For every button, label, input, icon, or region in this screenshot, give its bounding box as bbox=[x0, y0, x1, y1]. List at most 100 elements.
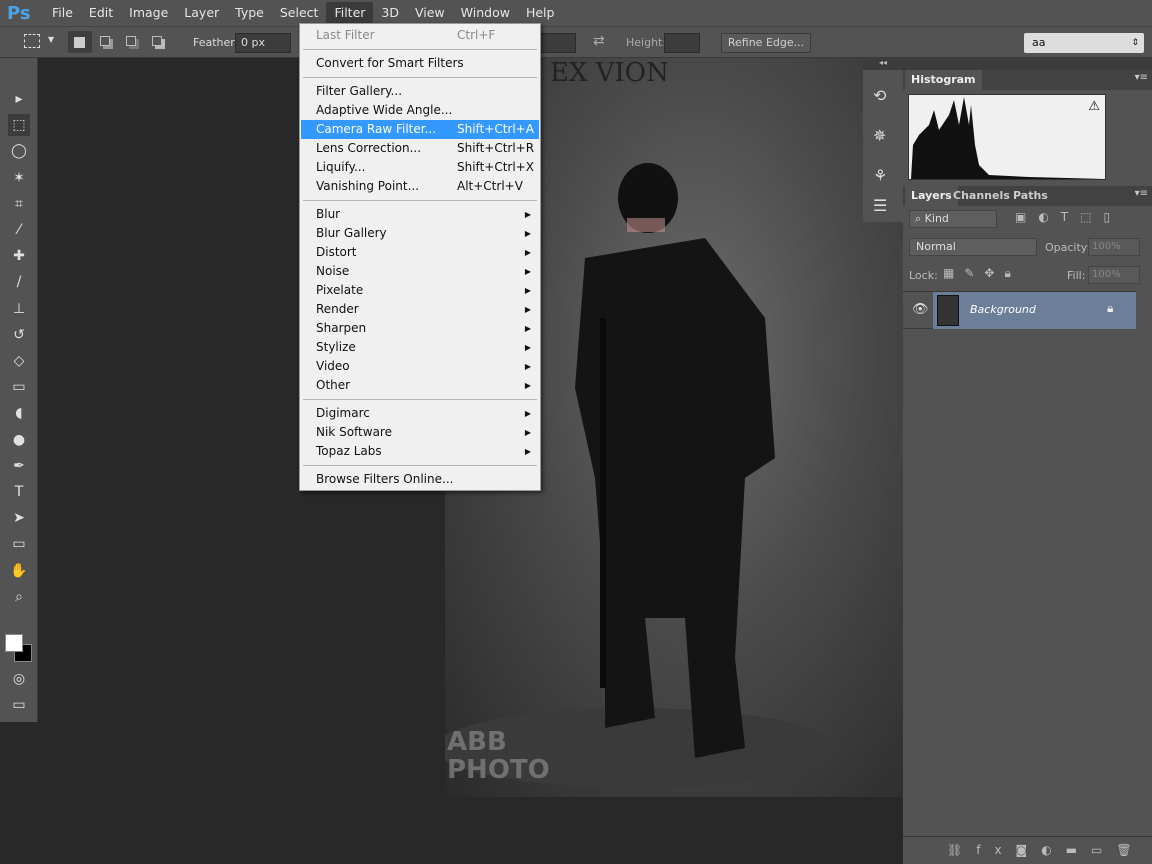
menu-image[interactable]: Image bbox=[121, 2, 176, 24]
brush-presets-icon[interactable]: ⚘ bbox=[873, 166, 887, 185]
filter-menu-item-vanishing-point[interactable]: Vanishing Point... Alt+Ctrl+V bbox=[301, 177, 539, 196]
filter-menu-item-render[interactable]: Render ▶ bbox=[301, 300, 539, 319]
zoom-tool-icon[interactable]: ⌕ bbox=[8, 586, 30, 608]
type-tool-icon[interactable]: T bbox=[8, 481, 30, 503]
workspace-select[interactable]: aa ⇕ bbox=[1024, 33, 1144, 53]
menu-separator bbox=[303, 399, 537, 400]
history-brush-tool-icon[interactable]: ↺ bbox=[8, 324, 30, 346]
add-selection-button[interactable] bbox=[100, 36, 110, 46]
menu-separator bbox=[303, 77, 537, 78]
filter-menu-item-liquify[interactable]: Liquify... Shift+Ctrl+X bbox=[301, 158, 539, 177]
filter-menu-item-filter-gallery[interactable]: Filter Gallery... bbox=[301, 82, 539, 101]
filter-menu-item-pixelate[interactable]: Pixelate ▶ bbox=[301, 281, 539, 300]
tab-channels[interactable]: Channels bbox=[947, 186, 1016, 206]
filter-menu-item-nik-software[interactable]: Nik Software ▶ bbox=[301, 423, 539, 442]
menu-filter[interactable]: Filter bbox=[326, 2, 374, 24]
visibility-eye-icon[interactable]: 👁︎ bbox=[912, 302, 929, 317]
eraser-tool-icon[interactable]: ◇ bbox=[8, 350, 30, 372]
foreground-color-swatch[interactable] bbox=[5, 634, 23, 652]
feather-input[interactable]: 0 px bbox=[235, 33, 291, 53]
new-selection-button[interactable] bbox=[68, 31, 92, 53]
rect-marquee-icon[interactable] bbox=[24, 34, 40, 48]
tools-panel: ▸ ⬚ ◯ ✶ ⌗ ⁄ ✚ / ⊥ ↺ ◇ ▭ ◖ ● ✒ T ➤ ▭ ✋ ⌕ ◎ ▭ bbox=[0, 58, 38, 722]
kind-filter-select[interactable]: ⌕ Kind bbox=[909, 210, 997, 228]
chevron-down-icon[interactable]: ▼ bbox=[48, 35, 54, 44]
shape-tool-icon[interactable]: ▭ bbox=[8, 533, 30, 555]
layers-menu-icon[interactable]: ▾≡ bbox=[1135, 188, 1148, 199]
filter-menu-item-adaptive-wide-angle[interactable]: Adaptive Wide Angle... bbox=[301, 101, 539, 120]
menu-window[interactable]: Window bbox=[453, 2, 518, 24]
filter-menu-item-other[interactable]: Other ▶ bbox=[301, 376, 539, 395]
menu-item-label: Stylize bbox=[316, 340, 356, 354]
menu-item-shortcut: Shift+Ctrl+X bbox=[457, 160, 534, 174]
filter-type-icons[interactable]: ▣◐T⬚▯ bbox=[1015, 210, 1122, 224]
menu-item-shortcut: Ctrl+F bbox=[457, 28, 496, 42]
filter-menu-item-topaz-labs[interactable]: Topaz Labs ▶ bbox=[301, 442, 539, 461]
filter-menu-item-lens-correction[interactable]: Lens Correction... Shift+Ctrl+R bbox=[301, 139, 539, 158]
filter-menu-item-convert-for-smart-filters[interactable]: Convert for Smart Filters bbox=[301, 54, 539, 73]
menu-type[interactable]: Type bbox=[227, 2, 272, 24]
layers-footer-icons[interactable]: ⛓fx◙◐▬▭🗑︎ bbox=[903, 836, 1152, 864]
blur-tool-icon[interactable]: ◖ bbox=[8, 402, 30, 424]
menu-select[interactable]: Select bbox=[272, 2, 327, 24]
opacity-input[interactable]: 100% bbox=[1088, 238, 1140, 256]
tab-paths[interactable]: Paths bbox=[1007, 186, 1054, 206]
path-select-tool-icon[interactable]: ➤ bbox=[8, 507, 30, 529]
menu-edit[interactable]: Edit bbox=[81, 2, 121, 24]
fill-input[interactable]: 100% bbox=[1088, 266, 1140, 284]
hand-tool-icon[interactable]: ✋ bbox=[8, 560, 30, 582]
stamp-tool-icon[interactable]: ⊥ bbox=[8, 298, 30, 320]
pen-tool-icon[interactable]: ✒ bbox=[8, 455, 30, 477]
menu-layer[interactable]: Layer bbox=[176, 2, 227, 24]
submenu-arrow-icon: ▶ bbox=[524, 286, 531, 295]
filter-menu-item-distort[interactable]: Distort ▶ bbox=[301, 243, 539, 262]
dodge-tool-icon[interactable]: ● bbox=[8, 429, 30, 451]
height-input[interactable] bbox=[664, 33, 700, 53]
height-label: Height: bbox=[626, 36, 667, 49]
history-icon[interactable]: ⟲ bbox=[873, 86, 886, 105]
menu-view[interactable]: View bbox=[407, 2, 453, 24]
filter-menu-item-digimarc[interactable]: Digimarc ▶ bbox=[301, 404, 539, 423]
magic-wand-tool-icon[interactable]: ✶ bbox=[8, 167, 30, 189]
filter-menu-item-video[interactable]: Video ▶ bbox=[301, 357, 539, 376]
layer-name[interactable]: Background bbox=[970, 303, 1036, 316]
warning-icon[interactable]: ⚠ bbox=[1088, 99, 1100, 114]
filter-menu-item-stylize[interactable]: Stylize ▶ bbox=[301, 338, 539, 357]
layer-row[interactable]: 👁︎ Background 🔒︎ bbox=[903, 291, 1136, 329]
intersect-selection-button[interactable] bbox=[152, 36, 162, 46]
blend-mode-select[interactable]: Normal bbox=[909, 238, 1037, 256]
menu-item-label: Last Filter bbox=[316, 28, 375, 42]
filter-menu-item-noise[interactable]: Noise ▶ bbox=[301, 262, 539, 281]
screen-mode-icon[interactable]: ▭ bbox=[8, 694, 30, 716]
filter-menu-item-blur[interactable]: Blur ▶ bbox=[301, 205, 539, 224]
panel-menu-icon[interactable]: ▾≡ bbox=[1135, 72, 1148, 83]
crop-tool-icon[interactable]: ⌗ bbox=[8, 193, 30, 215]
gradient-tool-icon[interactable]: ▭ bbox=[8, 376, 30, 398]
navigator-icon[interactable]: ✵ bbox=[873, 126, 886, 145]
submenu-arrow-icon: ▶ bbox=[524, 248, 531, 257]
adjustments-icon[interactable]: ☰ bbox=[873, 196, 887, 215]
move-tool-icon[interactable]: ▸ bbox=[8, 88, 30, 110]
filter-menu-item-blur-gallery[interactable]: Blur Gallery ▶ bbox=[301, 224, 539, 243]
filter-menu-item-camera-raw-filter[interactable]: Camera Raw Filter... Shift+Ctrl+A bbox=[301, 120, 539, 139]
swap-icon[interactable]: ⇄ bbox=[593, 33, 605, 49]
menu-help[interactable]: Help bbox=[518, 2, 563, 24]
menu-separator bbox=[303, 465, 537, 466]
rect-marquee-tool-icon[interactable]: ⬚ bbox=[8, 114, 30, 137]
eyedropper-tool-icon[interactable]: ⁄ bbox=[8, 219, 30, 241]
quick-mask-icon[interactable]: ◎ bbox=[8, 668, 30, 690]
lasso-tool-icon[interactable]: ◯ bbox=[8, 140, 30, 162]
menu-3d[interactable]: 3D bbox=[373, 2, 407, 24]
lock-icons[interactable]: ▦✎✥🔒︎ bbox=[943, 266, 1021, 281]
collapse-icon[interactable]: ◂◂ bbox=[863, 58, 903, 70]
menu-item-shortcut: Shift+Ctrl+A bbox=[457, 122, 534, 136]
brush-tool-icon[interactable]: / bbox=[8, 271, 30, 293]
menu-file[interactable]: File bbox=[44, 2, 81, 24]
filter-menu-item-sharpen[interactable]: Sharpen ▶ bbox=[301, 319, 539, 338]
subtract-selection-button[interactable] bbox=[126, 36, 136, 46]
tab-histogram[interactable]: Histogram bbox=[905, 70, 982, 90]
filter-menu-item-browse-filters-online[interactable]: Browse Filters Online... bbox=[301, 470, 539, 489]
healing-tool-icon[interactable]: ✚ bbox=[8, 245, 30, 267]
width-input[interactable] bbox=[540, 33, 576, 53]
refine-edge-button[interactable]: Refine Edge... bbox=[721, 33, 811, 53]
